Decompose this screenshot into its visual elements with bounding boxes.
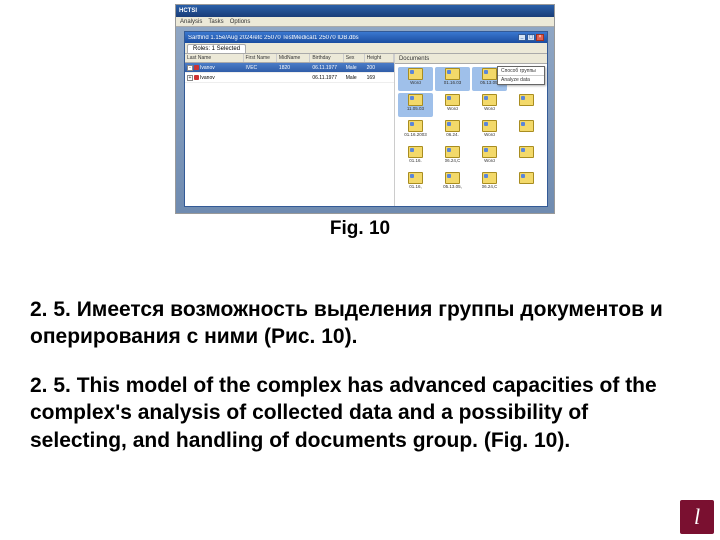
col-birthday[interactable]: Birthday [310,54,343,62]
context-item[interactable]: Способ группы [498,67,544,75]
paragraph-ru: 2. 5. Имеется возможность выделения груп… [30,296,670,351]
documents-header: Documents [395,54,547,64]
figure-caption: Fig. 10 [0,218,720,240]
col-height[interactable]: Height [365,54,394,62]
logo-glyph: l [694,504,700,530]
document-item[interactable]: 06.24,C [435,145,470,169]
document-item[interactable]: 06.24. [435,119,470,143]
document-icon [519,172,534,184]
table-header: Last Name First Name MidName Birthday Se… [185,54,394,63]
document-item[interactable] [509,145,544,169]
col-midname[interactable]: MidName [277,54,310,62]
document-icon [408,120,423,132]
document-item[interactable]: Word [472,145,507,169]
document-icon [408,146,423,158]
data-table: Last Name First Name MidName Birthday Se… [185,54,395,206]
document-icon [408,94,423,106]
document-item[interactable]: 05.13.05, [435,171,470,195]
document-item[interactable]: Word [435,93,470,117]
document-item[interactable] [509,93,544,117]
col-sex[interactable]: Sex [344,54,365,62]
child-titlebar[interactable]: Sartfind 1.15e/Aug 2024/etc 25070 TestMe… [185,32,547,43]
document-icon [445,146,460,158]
col-firstname[interactable]: First Name [244,54,277,62]
menu-item[interactable]: Options [230,19,251,25]
maximize-icon[interactable]: ▢ [527,34,535,41]
document-item[interactable] [509,119,544,143]
document-icon [519,120,534,132]
menu-item[interactable]: Tasks [208,19,223,25]
document-item[interactable]: 11.05.03 [398,93,433,117]
document-item[interactable]: 01.16.03 [435,67,470,91]
context-item[interactable]: Analyze data [498,76,544,84]
document-icon [408,172,423,184]
document-icon [445,68,460,80]
table-row[interactable]: -IvanovIVEC182006.11.1977Male200 [185,63,394,73]
outer-title-text: HCTSI [179,8,197,14]
document-item[interactable]: 01.16, [398,171,433,195]
document-icon [482,68,497,80]
document-item[interactable]: 06.24,C [472,171,507,195]
document-icon [482,120,497,132]
document-item[interactable]: Word [472,93,507,117]
paragraph-en: 2. 5. This model of the complex has adva… [30,372,670,454]
document-icon [445,94,460,106]
child-title-text: Sartfind 1.15e/Aug 2024/etc 25070 TestMe… [188,35,359,41]
documents-panel: Documents Способ группы Analyze data Wor… [395,54,547,206]
document-icon [445,172,460,184]
minimize-icon[interactable]: _ [518,34,526,41]
outer-menubar[interactable]: Analysis Tasks Options [176,17,554,27]
document-item[interactable]: Word [472,119,507,143]
outer-client-area: Sartfind 1.15e/Aug 2024/etc 25070 TestMe… [176,27,554,213]
documents-grid[interactable]: Способ группы Analyze data Word01.16.030… [395,64,547,206]
document-icon [445,120,460,132]
document-icon [519,94,534,106]
tab-roles[interactable]: Roles: 1 Selected [187,44,246,53]
close-icon[interactable]: × [536,34,544,41]
context-menu[interactable]: Способ группы Analyze data [497,66,545,85]
document-item[interactable] [509,171,544,195]
table-row[interactable]: +Ivanov06.11.1977Male169 [185,73,394,83]
app-screenshot: HCTSI Analysis Tasks Options Sartfind 1.… [175,4,555,214]
document-icon [482,94,497,106]
document-item[interactable]: Word [398,67,433,91]
col-lastname[interactable]: Last Name [185,54,244,62]
menu-item[interactable]: Analysis [180,19,202,25]
document-icon [519,146,534,158]
child-window: Sartfind 1.15e/Aug 2024/etc 25070 TestMe… [184,31,548,207]
document-icon [482,172,497,184]
outer-titlebar: HCTSI [176,5,554,17]
document-icon [482,146,497,158]
document-icon [408,68,423,80]
corner-logo: l [680,500,714,534]
document-item[interactable]: 01.16. [398,145,433,169]
tab-strip: Roles: 1 Selected [185,43,547,54]
document-item[interactable]: 01.16.2003 [398,119,433,143]
